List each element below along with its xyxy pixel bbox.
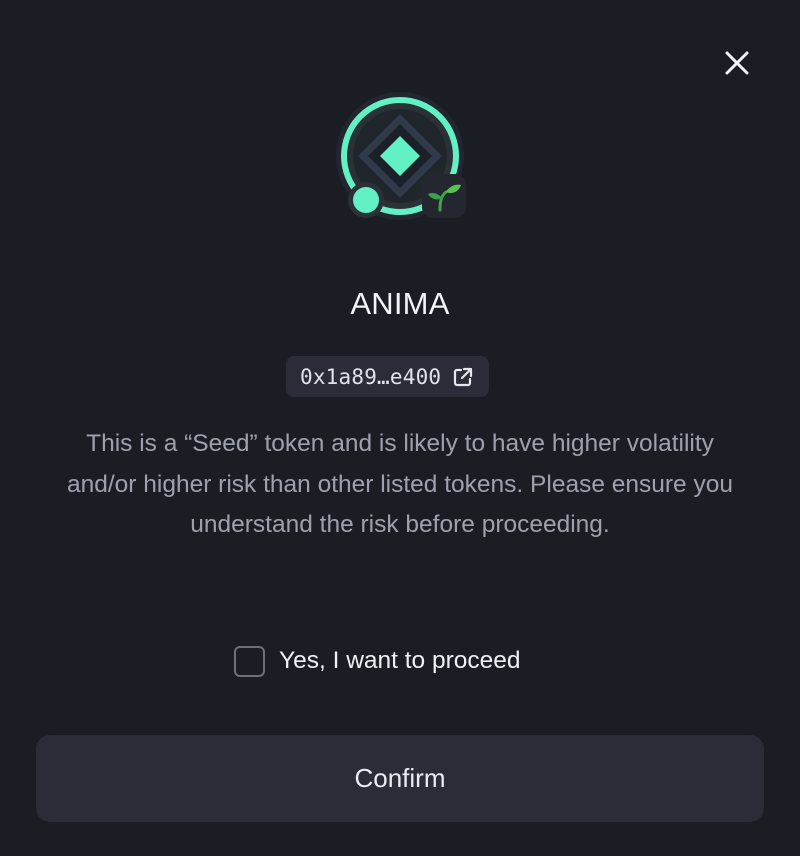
token-address: 0x1a89…e400 <box>300 364 442 389</box>
seed-warning-text: This is a “Seed” token and is likely to … <box>67 430 733 538</box>
confirm-button-label: Confirm <box>354 763 446 793</box>
proceed-consent[interactable]: Yes, I want to proceed <box>234 643 521 679</box>
token-logo <box>336 92 470 226</box>
token-name: ANIMA <box>350 286 450 321</box>
confirm-button[interactable]: Confirm <box>36 735 764 822</box>
close-icon <box>725 51 749 75</box>
seed-token-warning-modal: ANIMA 0x1a89…e400 This is a “Seed” token… <box>0 0 800 856</box>
proceed-checkbox-label: Yes, I want to proceed <box>279 647 521 674</box>
token-address-link[interactable]: 0x1a89…e400 <box>286 356 490 397</box>
close-button[interactable] <box>718 44 756 82</box>
seed-sprout-icon <box>422 174 466 218</box>
external-link-icon <box>451 365 475 389</box>
proceed-checkbox[interactable] <box>234 645 265 677</box>
